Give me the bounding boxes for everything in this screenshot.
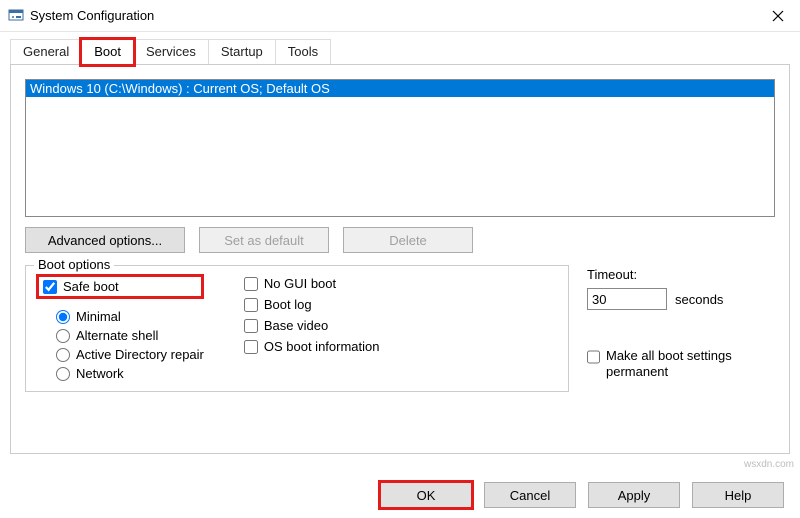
set-default-button: Set as default (199, 227, 329, 253)
tab-general[interactable]: General (10, 39, 82, 65)
base-video-input[interactable] (244, 319, 258, 333)
boot-buttons-row: Advanced options... Set as default Delet… (25, 227, 775, 253)
safe-boot-input[interactable] (43, 280, 57, 294)
no-gui-input[interactable] (244, 277, 258, 291)
base-video-label: Base video (264, 318, 328, 333)
safe-boot-modes: Minimal Alternate shell Active Directory… (56, 309, 204, 381)
tab-boot[interactable]: Boot (81, 39, 134, 65)
tab-services[interactable]: Services (133, 39, 209, 65)
timeout-input[interactable] (587, 288, 667, 310)
os-info-checkbox[interactable]: OS boot information (244, 339, 380, 354)
apply-button[interactable]: Apply (588, 482, 680, 508)
close-icon (772, 10, 784, 22)
timeout-pane: Timeout: seconds Make all boot settings … (587, 265, 775, 392)
alt-shell-label: Alternate shell (76, 328, 158, 343)
boot-tab-page: Windows 10 (C:\Windows) : Current OS; De… (10, 64, 790, 454)
timeout-label: Timeout: (587, 267, 775, 282)
no-gui-checkbox[interactable]: No GUI boot (244, 276, 380, 291)
safe-boot-highlight: Safe boot (36, 274, 204, 299)
minimal-radio[interactable]: Minimal (56, 309, 204, 324)
safe-boot-label: Safe boot (63, 279, 119, 294)
timeout-row: seconds (587, 288, 775, 310)
cancel-button[interactable]: Cancel (484, 482, 576, 508)
boot-log-label: Boot log (264, 297, 312, 312)
ad-repair-radio[interactable]: Active Directory repair (56, 347, 204, 362)
boot-options-right-col: No GUI boot Boot log Base video OS boot … (244, 274, 380, 381)
os-info-label: OS boot information (264, 339, 380, 354)
close-button[interactable] (756, 1, 800, 31)
boot-log-input[interactable] (244, 298, 258, 312)
permanent-label: Make all boot settings permanent (606, 348, 775, 381)
lower-panel: Boot options Safe boot Minimal (25, 265, 775, 392)
boot-options-group: Boot options Safe boot Minimal (25, 265, 569, 392)
tab-startup[interactable]: Startup (208, 39, 276, 65)
network-label: Network (76, 366, 124, 381)
window-title: System Configuration (30, 8, 756, 23)
minimal-input[interactable] (56, 310, 70, 324)
help-button[interactable]: Help (692, 482, 784, 508)
boot-options-left-col: Safe boot Minimal Alternate shell (36, 274, 204, 381)
boot-entries-list[interactable]: Windows 10 (C:\Windows) : Current OS; De… (25, 79, 775, 217)
network-radio[interactable]: Network (56, 366, 204, 381)
ad-repair-label: Active Directory repair (76, 347, 204, 362)
boot-entry[interactable]: Windows 10 (C:\Windows) : Current OS; De… (26, 80, 774, 97)
no-gui-label: No GUI boot (264, 276, 336, 291)
titlebar: System Configuration (0, 0, 800, 32)
minimal-label: Minimal (76, 309, 121, 324)
tab-tools[interactable]: Tools (275, 39, 331, 65)
timeout-unit: seconds (675, 292, 723, 307)
os-info-input[interactable] (244, 340, 258, 354)
alt-shell-input[interactable] (56, 329, 70, 343)
boot-log-checkbox[interactable]: Boot log (244, 297, 380, 312)
boot-options-legend: Boot options (34, 257, 114, 272)
tabstrip: General Boot Services Startup Tools (0, 32, 800, 64)
ad-repair-input[interactable] (56, 348, 70, 362)
delete-button: Delete (343, 227, 473, 253)
alt-shell-radio[interactable]: Alternate shell (56, 328, 204, 343)
ok-button[interactable]: OK (380, 482, 472, 508)
safe-boot-checkbox[interactable]: Safe boot (43, 279, 119, 294)
permanent-checkbox[interactable]: Make all boot settings permanent (587, 348, 775, 381)
advanced-options-button[interactable]: Advanced options... (25, 227, 185, 253)
network-input[interactable] (56, 367, 70, 381)
watermark: wsxdn.com (744, 459, 794, 470)
dialog-footer: OK Cancel Apply Help (380, 482, 784, 508)
permanent-input[interactable] (587, 350, 600, 364)
base-video-checkbox[interactable]: Base video (244, 318, 380, 333)
app-icon (8, 8, 24, 24)
